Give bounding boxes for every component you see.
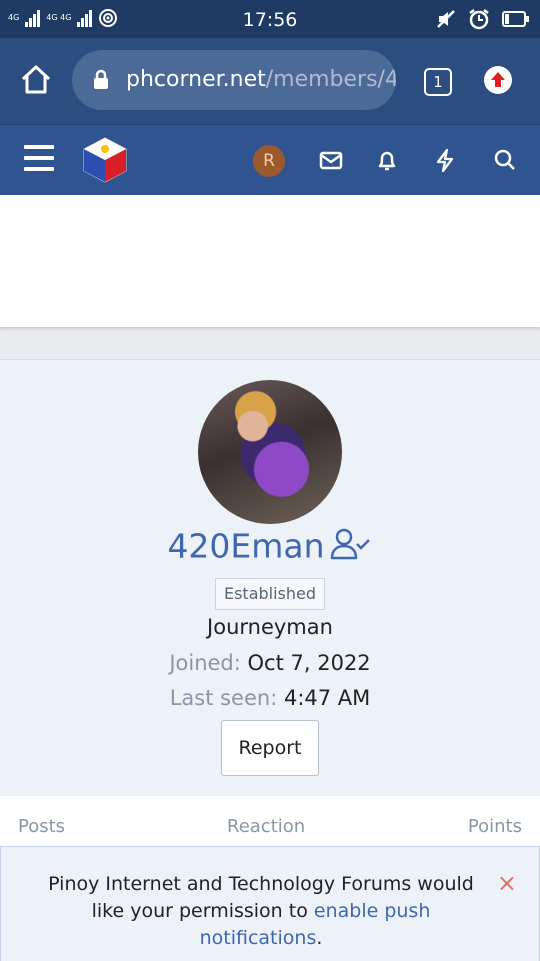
report-button[interactable]: Report	[221, 720, 319, 776]
tab-switcher-button[interactable]: 1	[424, 68, 452, 96]
site-header: R	[0, 124, 540, 196]
username-text: 420Eman	[167, 526, 325, 566]
address-bar[interactable]: phcorner.net/members/4	[72, 50, 396, 110]
stat-reaction-label: Reaction	[227, 816, 306, 837]
mail-icon[interactable]	[318, 147, 344, 173]
browser-toolbar: phcorner.net/members/4 1	[0, 38, 540, 124]
user-title-badge: Established	[215, 578, 325, 610]
menu-icon[interactable]	[24, 145, 54, 175]
alarm-icon	[469, 9, 489, 30]
profile-username: 420Eman	[0, 526, 540, 570]
url-path: /members/4	[265, 67, 396, 92]
status-right	[436, 8, 530, 30]
stat-points-label: Points	[467, 816, 522, 837]
home-button[interactable]	[18, 62, 54, 98]
joined-label: Joined:	[169, 651, 241, 675]
update-button[interactable]	[484, 66, 512, 94]
stats-row: Posts Reaction Points	[0, 796, 540, 846]
last-seen-value: 4:47 AM	[283, 686, 371, 710]
member-profile: 420Eman Established Journeyman Joined: O…	[0, 359, 540, 797]
status-bar: 4G 4G 4G 17:56	[0, 0, 540, 38]
mute-icon	[437, 10, 455, 28]
push-notification-banner: Pinoy Internet and Technology Forums wou…	[0, 846, 540, 961]
arrow-up-icon	[491, 72, 505, 87]
url-domain: phcorner.net	[126, 67, 266, 92]
site-logo[interactable]	[80, 135, 130, 185]
lightning-icon[interactable]	[432, 147, 458, 173]
search-icon[interactable]	[492, 147, 518, 173]
profile-avatar[interactable]	[198, 380, 342, 524]
user-avatar[interactable]: R	[253, 145, 285, 177]
lock-icon	[94, 69, 108, 89]
push-text-after: .	[316, 927, 323, 949]
stat-posts-label: Posts	[18, 816, 66, 837]
url-text: phcorner.net/members/4	[126, 67, 396, 92]
ad-slot	[0, 195, 540, 327]
last-seen-row: Last seen: 4:47 AM	[0, 686, 540, 710]
home-icon	[21, 65, 51, 94]
joined-value: Oct 7, 2022	[247, 651, 371, 675]
follow-user-icon[interactable]	[329, 526, 373, 570]
close-icon[interactable]: ×	[497, 871, 517, 895]
bell-icon[interactable]	[374, 147, 400, 173]
push-message: Pinoy Internet and Technology Forums wou…	[31, 871, 491, 952]
user-rank: Journeyman	[207, 615, 333, 639]
last-seen-label: Last seen:	[169, 686, 278, 710]
battery-icon	[502, 11, 529, 27]
joined-row: Joined: Oct 7, 2022	[0, 651, 540, 675]
